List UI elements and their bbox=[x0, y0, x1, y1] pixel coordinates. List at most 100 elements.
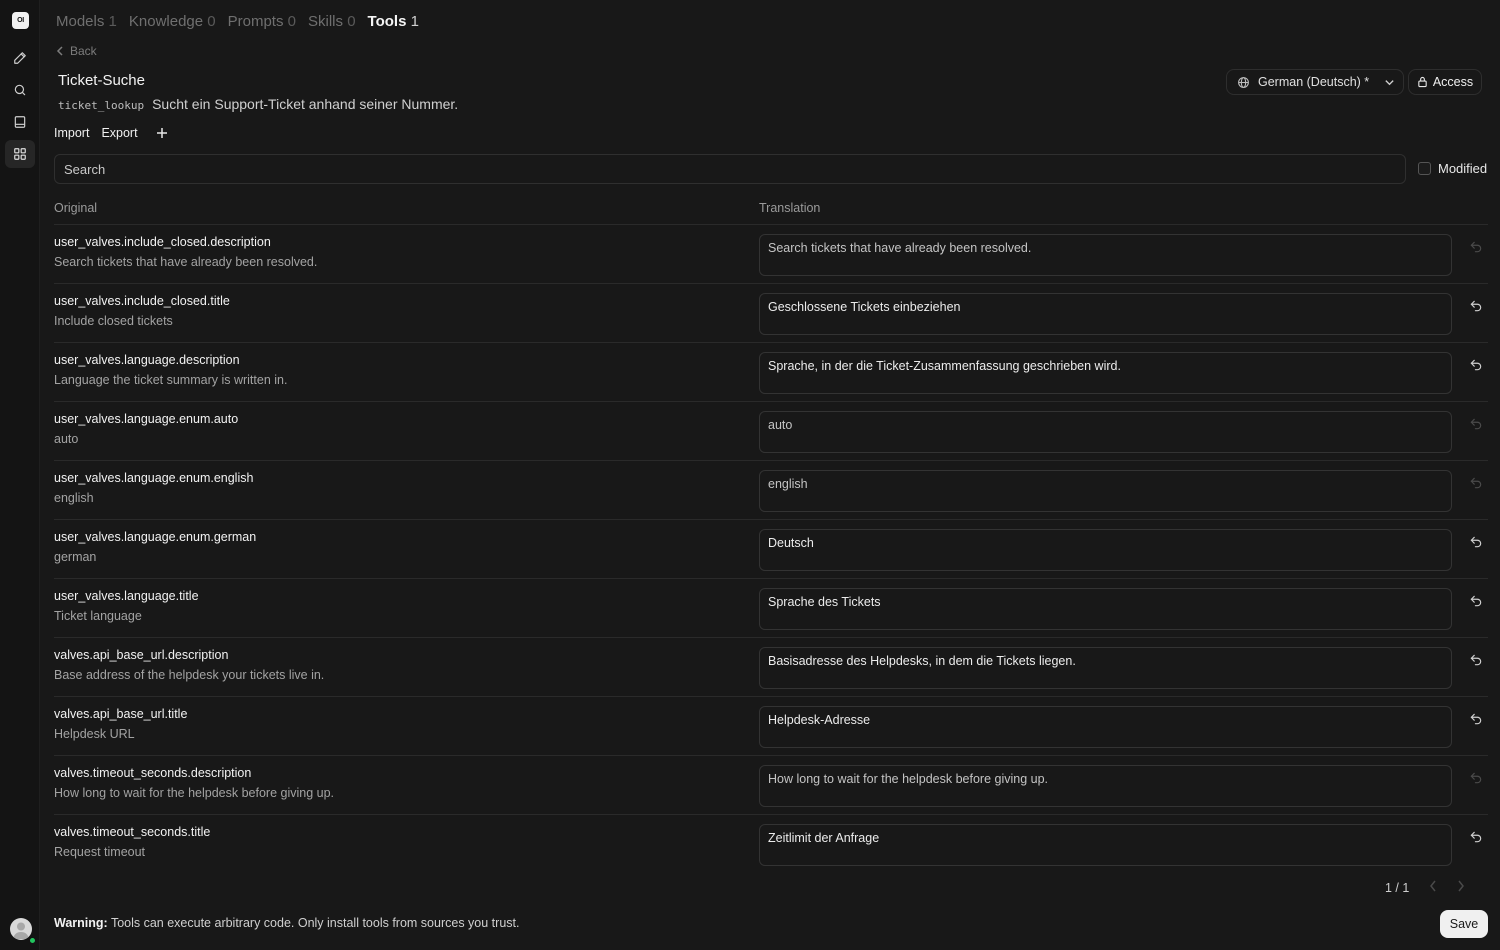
sidebar-rail: OI bbox=[0, 0, 40, 950]
revert-button[interactable] bbox=[1468, 475, 1484, 491]
search-input[interactable] bbox=[54, 154, 1406, 184]
row-key: user_valves.language.enum.german bbox=[54, 530, 257, 544]
row-original: Ticket language bbox=[54, 609, 142, 623]
translation-field[interactable]: Zeitlimit der Anfrage bbox=[759, 824, 1452, 866]
row-key: user_valves.language.enum.auto bbox=[54, 412, 239, 426]
tool-name: Ticket-Suche bbox=[58, 72, 145, 89]
revert-button[interactable] bbox=[1468, 416, 1484, 432]
translation-toolbar: Import Export bbox=[54, 126, 168, 140]
tab-skills[interactable]: Skills 0 bbox=[308, 13, 356, 30]
access-button[interactable]: Access bbox=[1408, 69, 1482, 95]
add-language-button[interactable] bbox=[156, 127, 168, 139]
language-select-value: German (Deutsch) * bbox=[1258, 75, 1370, 89]
revert-button[interactable] bbox=[1468, 534, 1484, 550]
row-key: user_valves.language.title bbox=[54, 589, 199, 603]
revert-button[interactable] bbox=[1468, 770, 1484, 786]
table-row: valves.timeout_seconds.description How l… bbox=[54, 755, 1488, 814]
translation-field[interactable]: english bbox=[759, 470, 1452, 512]
search-icon[interactable] bbox=[10, 80, 30, 100]
row-original: Language the ticket summary is written i… bbox=[54, 373, 288, 387]
row-original: german bbox=[54, 550, 97, 564]
modified-label: Modified bbox=[1438, 161, 1488, 176]
row-key: valves.api_base_url.title bbox=[54, 707, 188, 721]
table-row: user_valves.language.enum.german german … bbox=[54, 519, 1488, 578]
undo-icon bbox=[1470, 300, 1482, 312]
table-row: valves.api_base_url.description Base add… bbox=[54, 637, 1488, 696]
row-original: Search tickets that have already been re… bbox=[54, 255, 318, 269]
tab-prompts[interactable]: Prompts 0 bbox=[228, 13, 296, 30]
row-original: Base address of the helpdesk your ticket… bbox=[54, 668, 325, 682]
translation-field[interactable]: Basisadresse des Helpdesks, in dem die T… bbox=[759, 647, 1452, 689]
revert-button[interactable] bbox=[1468, 593, 1484, 609]
tab-knowledge[interactable]: Knowledge 0 bbox=[129, 13, 216, 30]
revert-button[interactable] bbox=[1468, 711, 1484, 727]
undo-icon bbox=[1470, 831, 1482, 843]
tab-tools[interactable]: Tools 1 bbox=[368, 13, 419, 30]
revert-button[interactable] bbox=[1468, 357, 1484, 373]
revert-button[interactable] bbox=[1468, 239, 1484, 255]
row-original: How long to wait for the helpdesk before… bbox=[54, 786, 335, 800]
tool-meta: ticket_lookup Sucht ein Support-Ticket a… bbox=[58, 96, 458, 112]
warning-label: Warning: bbox=[54, 916, 108, 930]
chevron-left-icon bbox=[1430, 880, 1436, 892]
column-header-original: Original bbox=[54, 201, 98, 215]
translation-table: user_valves.include_closed.description S… bbox=[54, 224, 1488, 873]
modified-filter[interactable]: Modified bbox=[1418, 161, 1487, 176]
revert-button[interactable] bbox=[1468, 298, 1484, 314]
app-logo[interactable]: OI bbox=[12, 12, 29, 29]
translation-field[interactable]: auto bbox=[759, 411, 1452, 453]
undo-icon bbox=[1470, 477, 1482, 489]
undo-icon bbox=[1470, 595, 1482, 607]
chevron-right-icon bbox=[1458, 880, 1465, 892]
translation-field[interactable]: Geschlossene Tickets einbeziehen bbox=[759, 293, 1452, 335]
translation-field[interactable]: Sprache, in der die Ticket-Zusammenfassu… bbox=[759, 352, 1452, 394]
save-button[interactable]: Save bbox=[1440, 910, 1488, 938]
undo-icon bbox=[1470, 418, 1482, 430]
row-key: user_valves.language.enum.english bbox=[54, 471, 254, 485]
workspace-grid-icon[interactable] bbox=[5, 140, 35, 168]
import-button[interactable]: Import bbox=[54, 126, 89, 140]
translation-field[interactable]: Sprache des Tickets bbox=[759, 588, 1452, 630]
row-key: valves.timeout_seconds.title bbox=[54, 825, 211, 839]
undo-icon bbox=[1470, 359, 1482, 371]
row-original: english bbox=[54, 491, 94, 505]
avatar[interactable] bbox=[10, 918, 32, 940]
table-row: user_valves.language.description Languag… bbox=[54, 342, 1488, 401]
modified-checkbox[interactable] bbox=[1418, 162, 1431, 175]
table-row: user_valves.language.title Ticket langua… bbox=[54, 578, 1488, 637]
prev-page-button[interactable] bbox=[1429, 880, 1437, 895]
workspace-tabs: Models 1 Knowledge 0 Prompts 0 Skills 0 … bbox=[56, 13, 419, 30]
undo-icon bbox=[1470, 654, 1482, 666]
online-status-dot bbox=[29, 937, 36, 944]
lock-icon bbox=[1418, 76, 1427, 88]
export-button[interactable]: Export bbox=[101, 126, 137, 140]
revert-button[interactable] bbox=[1468, 652, 1484, 668]
row-original: auto bbox=[54, 432, 79, 446]
translation-field[interactable]: Deutsch bbox=[759, 529, 1452, 571]
row-key: user_valves.language.description bbox=[54, 353, 240, 367]
table-row: user_valves.include_closed.description S… bbox=[54, 224, 1488, 283]
globe-icon bbox=[1238, 76, 1249, 88]
row-key: valves.api_base_url.description bbox=[54, 648, 229, 662]
next-page-button[interactable] bbox=[1457, 880, 1465, 895]
translation-field[interactable]: How long to wait for the helpdesk before… bbox=[759, 765, 1452, 807]
tab-models[interactable]: Models 1 bbox=[56, 13, 117, 30]
revert-button[interactable] bbox=[1468, 829, 1484, 845]
table-row: valves.api_base_url.title Helpdesk URL H… bbox=[54, 696, 1488, 755]
translation-field[interactable]: Search tickets that have already been re… bbox=[759, 234, 1452, 276]
row-original: Request timeout bbox=[54, 845, 146, 859]
pencil-icon[interactable] bbox=[10, 48, 30, 68]
language-select[interactable]: German (Deutsch) * bbox=[1226, 69, 1404, 95]
row-original: Helpdesk URL bbox=[54, 727, 135, 741]
column-header-translation: Translation bbox=[759, 201, 821, 215]
back-link[interactable]: Back bbox=[56, 44, 97, 58]
translation-field[interactable]: Helpdesk-Adresse bbox=[759, 706, 1452, 748]
table-row: user_valves.include_closed.title Include… bbox=[54, 283, 1488, 342]
undo-icon bbox=[1470, 713, 1482, 725]
row-key: user_valves.include_closed.title bbox=[54, 294, 230, 308]
notebook-icon[interactable] bbox=[10, 112, 30, 132]
access-label: Access bbox=[1432, 75, 1474, 89]
chevron-left-icon bbox=[56, 46, 63, 56]
page-indicator: 1 / 1 bbox=[1385, 880, 1410, 895]
tool-description: Sucht ein Support-Ticket anhand seiner N… bbox=[152, 96, 459, 112]
